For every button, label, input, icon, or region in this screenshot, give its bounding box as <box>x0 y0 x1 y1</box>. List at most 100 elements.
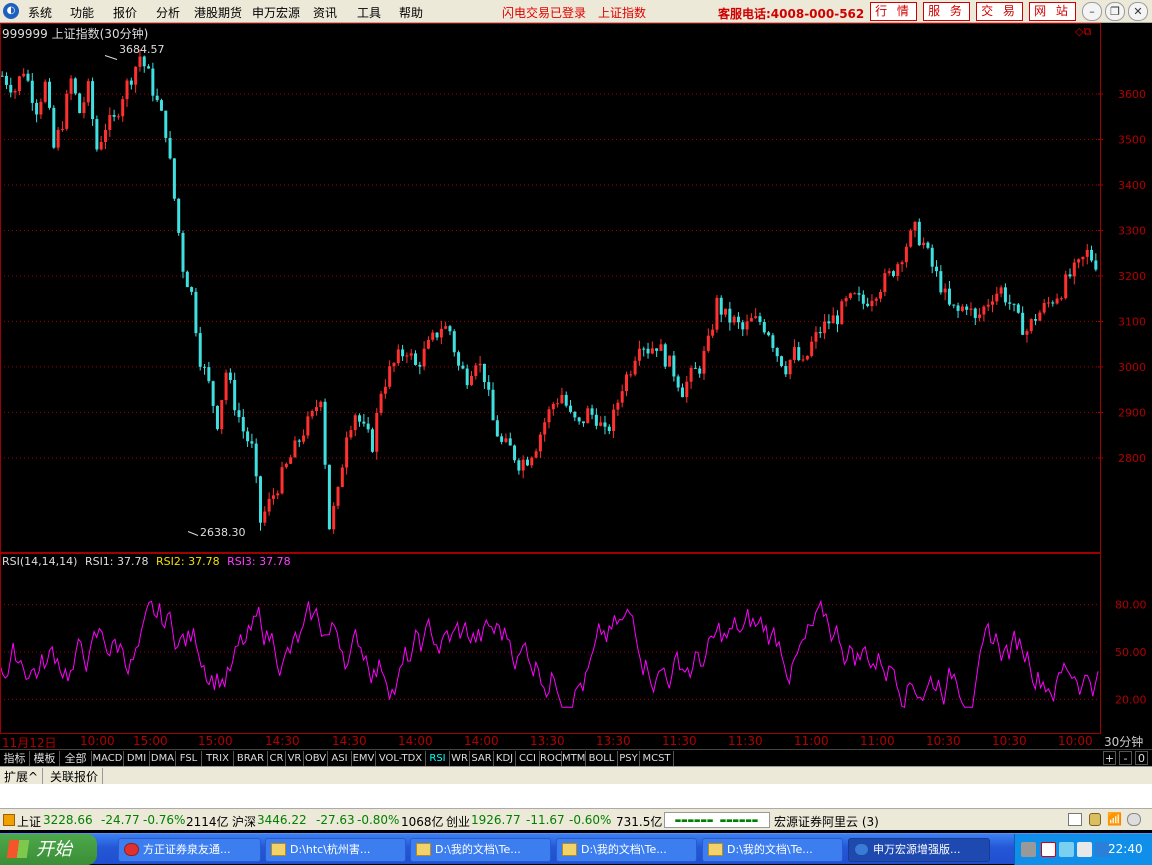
price-tick-label: 3400 <box>1118 179 1146 192</box>
restore-icon[interactable]: ❐ <box>1105 2 1125 21</box>
price-tick-label: 3200 <box>1118 270 1146 283</box>
broker-server[interactable]: 宏源证券阿里云 (3) <box>774 813 879 830</box>
hs-amount: 1068亿 <box>401 815 444 829</box>
tab-全部[interactable]: 全部 <box>60 751 92 766</box>
tab-sar[interactable]: SAR <box>470 751 494 766</box>
rsi-tick-label: 50.00 <box>1115 646 1147 659</box>
task-swhy-active[interactable]: 申万宏源增强版... <box>848 838 990 862</box>
trade-button[interactable]: 交 易 <box>976 2 1023 21</box>
cy-value[interactable]: 1926.77 <box>471 813 521 827</box>
tab-obv[interactable]: OBV <box>304 751 328 766</box>
time-tick-label: 14:00 <box>398 734 433 748</box>
sh-change: -24.77 <box>101 813 140 827</box>
tray-volume-icon[interactable] <box>1077 842 1092 857</box>
tab-cci[interactable]: CCI <box>516 751 540 766</box>
rsi1-value: RSI1: 37.78 <box>84 555 149 568</box>
taskbar-clock[interactable]: 22:40 <box>1108 842 1143 856</box>
tab-mtm[interactable]: MTM <box>562 751 586 766</box>
tab-kdj[interactable]: KDJ <box>494 751 516 766</box>
tab-vr[interactable]: VR <box>286 751 304 766</box>
chart-title: 999999 上证指数(30分钟) <box>2 27 149 41</box>
tray-keyboard-icon[interactable] <box>1021 842 1036 857</box>
sh-value[interactable]: 3228.66 <box>43 813 93 827</box>
close-icon[interactable]: ✕ <box>1128 2 1148 21</box>
menu-system[interactable]: 系统 <box>28 4 52 21</box>
menu-help[interactable]: 帮助 <box>399 4 423 21</box>
price-tick-label: 3600 <box>1118 88 1146 101</box>
menu-tools[interactable]: 工具 <box>357 4 381 21</box>
tab-指标[interactable]: 指标 <box>0 751 30 766</box>
tab-dma[interactable]: DMA <box>150 751 176 766</box>
reset-button[interactable]: 0 <box>1135 751 1148 765</box>
task-label: 申万宏源增强版... <box>873 843 961 856</box>
tab-psy[interactable]: PSY <box>618 751 640 766</box>
tray-network-icon[interactable] <box>1059 842 1074 857</box>
tab-vol-tdx[interactable]: VOL-TDX <box>376 751 426 766</box>
service-hotline: 客服电话:4008-000-562 <box>718 7 865 21</box>
folder-icon <box>416 843 431 856</box>
sh-label: 上证 <box>17 815 42 829</box>
menu-function[interactable]: 功能 <box>70 4 94 21</box>
task-label: D:\htc\杭州害... <box>290 843 371 856</box>
status-bar: 上证 3228.66 -24.77 -0.76% 2114亿 沪深 3446.2… <box>0 808 1152 830</box>
menu-quote[interactable]: 报价 <box>113 4 137 21</box>
start-button[interactable]: 开始 <box>0 834 97 865</box>
chat-icon[interactable] <box>1127 813 1141 826</box>
panel-icons[interactable]: ◇⧉ <box>1075 25 1091 39</box>
tab-rsi[interactable]: RSI <box>426 751 450 766</box>
folder-icon <box>271 843 286 856</box>
menu-hk-futures[interactable]: 港股期货 <box>194 4 242 21</box>
sh-pct: -0.76% <box>143 813 186 827</box>
tab-boll[interactable]: BOLL <box>586 751 618 766</box>
market-button[interactable]: 行 情 <box>870 2 917 21</box>
tab-emv[interactable]: EMV <box>352 751 376 766</box>
menu-analysis[interactable]: 分析 <box>156 4 180 21</box>
note-icon[interactable] <box>1068 813 1082 826</box>
tab-wr[interactable]: WR <box>450 751 470 766</box>
task-folder-docs-2[interactable]: D:\我的文档\Te... <box>556 838 697 862</box>
status-icon <box>3 814 15 826</box>
tab-macd[interactable]: MACD <box>92 751 124 766</box>
timeframe-label[interactable]: 30分钟 <box>1104 733 1143 750</box>
app-icon <box>124 843 139 856</box>
task-folder-docs-1[interactable]: D:\我的文档\Te... <box>410 838 551 862</box>
tab-dmi[interactable]: DMI <box>124 751 150 766</box>
tab-roc[interactable]: ROC <box>540 751 562 766</box>
tab-cr[interactable]: CR <box>268 751 286 766</box>
minimize-icon[interactable]: – <box>1082 2 1102 21</box>
wifi-icon[interactable]: 📶 <box>1107 812 1122 826</box>
app-logo-icon: ◐ <box>3 3 19 19</box>
lock-icon[interactable] <box>1089 813 1101 826</box>
login-status: 闪电交易已登录 <box>502 6 587 20</box>
zoom-out-button[interactable]: - <box>1119 751 1132 765</box>
rsi2-value: RSI2: 37.78 <box>156 555 220 568</box>
menu-news[interactable]: 资讯 <box>313 4 337 21</box>
cy-amount: 731.5亿 <box>616 815 663 829</box>
related-quotes-tab[interactable]: 关联报价 <box>46 768 104 785</box>
menu-swhy[interactable]: 申万宏源 <box>252 4 300 21</box>
task-label: 方正证券泉友通... <box>143 843 231 856</box>
task-label: D:\我的文档\Te... <box>581 843 667 856</box>
chart-area[interactable]: 2800 2900 3000 3100 3200 3300 3400 3500 3600 999… <box>0 23 1152 734</box>
tab-trix[interactable]: TRIX <box>202 751 234 766</box>
cy-label: 创业 <box>446 815 471 829</box>
service-button[interactable]: 服 务 <box>923 2 970 21</box>
hs-value[interactable]: 3446.22 <box>257 813 307 827</box>
cy-change: -11.67 <box>526 813 565 827</box>
tab-asi[interactable]: ASI <box>328 751 352 766</box>
time-tick-label: 10:00 <box>80 734 115 748</box>
price-tick-label: 2800 <box>1118 452 1146 465</box>
folder-icon <box>562 843 577 856</box>
tray-input-icon[interactable] <box>1041 842 1056 857</box>
task-fangzheng[interactable]: 方正证券泉友通... <box>118 838 261 862</box>
tab-brar[interactable]: BRAR <box>234 751 268 766</box>
task-folder-docs-3[interactable]: D:\我的文档\Te... <box>702 838 843 862</box>
zoom-in-button[interactable]: + <box>1103 751 1116 765</box>
expand-button[interactable]: 扩展^ <box>0 768 44 785</box>
tab-模板[interactable]: 模板 <box>30 751 60 766</box>
website-button[interactable]: 网 站 <box>1029 2 1076 21</box>
tab-fsl[interactable]: FSL <box>176 751 202 766</box>
windows-logo-icon <box>6 840 30 858</box>
tab-mcst[interactable]: MCST <box>640 751 674 766</box>
task-folder-htc[interactable]: D:\htc\杭州害... <box>265 838 406 862</box>
